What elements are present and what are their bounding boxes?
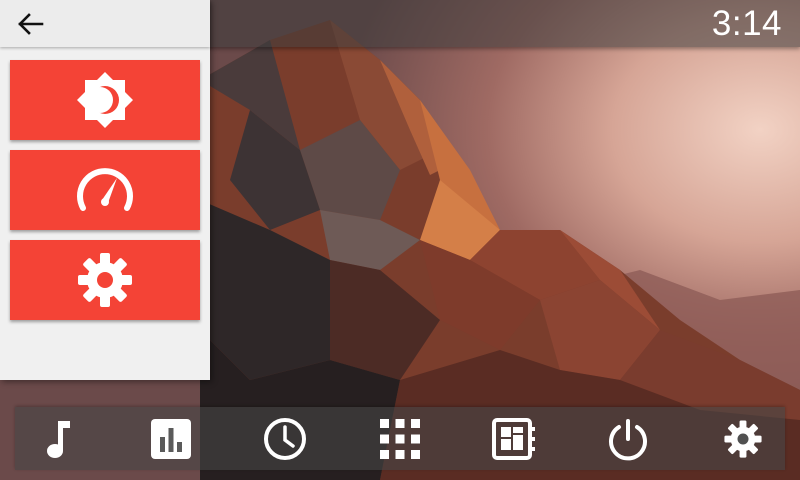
brightness-icon [77, 72, 133, 128]
side-panel-header [0, 0, 210, 47]
power-icon [609, 418, 647, 460]
clock-display: 3:14 [711, 4, 782, 43]
music-note-icon [47, 420, 70, 458]
gear-icon [78, 253, 132, 307]
arrow-left-icon [18, 13, 44, 35]
settings-button[interactable] [703, 407, 783, 470]
settings-tile-button[interactable] [10, 240, 200, 320]
clock-button[interactable] [245, 407, 325, 470]
bottom-dock [15, 407, 785, 470]
back-button[interactable] [14, 10, 46, 38]
side-panel [0, 0, 210, 380]
app-grid-icon [380, 418, 420, 459]
apps-button[interactable] [360, 407, 440, 470]
brightness-button[interactable] [10, 60, 200, 140]
dashboard-icon [492, 417, 535, 460]
equalizer-button[interactable] [131, 407, 211, 470]
power-button[interactable] [588, 407, 668, 470]
clock-icon [264, 417, 306, 460]
bar-chart-icon [151, 418, 191, 459]
gear-icon [724, 419, 762, 458]
speedometer-icon [77, 168, 133, 211]
dashboard-button[interactable] [474, 407, 554, 470]
speedometer-button[interactable] [10, 150, 200, 230]
music-button[interactable] [17, 407, 97, 470]
